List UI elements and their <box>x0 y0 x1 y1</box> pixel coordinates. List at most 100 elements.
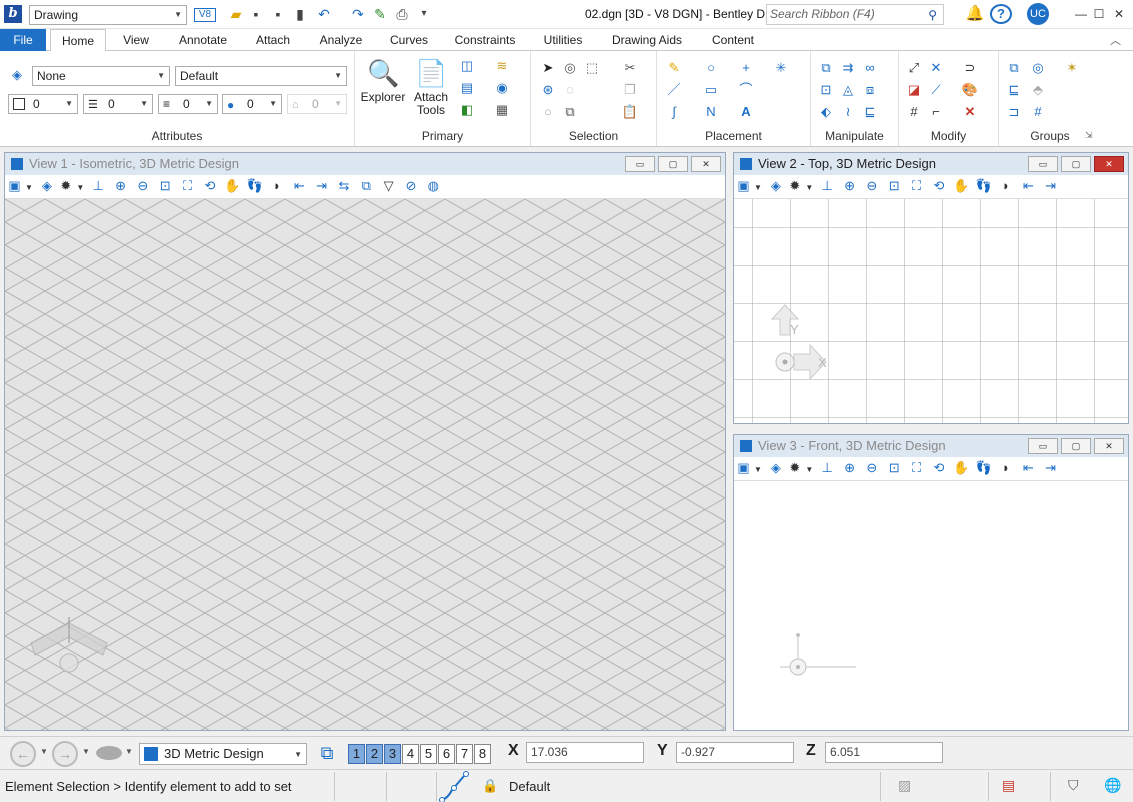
view-toggle-2[interactable]: 2 <box>366 744 383 764</box>
view-previous-icon[interactable]: ⇤ <box>1019 457 1038 479</box>
user-avatar[interactable]: UC <box>1027 3 1049 25</box>
view-minimize-icon[interactable]: ▭ <box>1028 156 1058 172</box>
copy-element-icon[interactable]: ⧉ <box>817 59 835 77</box>
group-select-icon[interactable]: ⧉ <box>561 103 579 121</box>
back-icon[interactable]: ← <box>10 741 36 767</box>
chevron-down-icon[interactable]: ▼ <box>125 747 133 756</box>
place-cell-icon[interactable]: ✳ <box>772 59 790 77</box>
level-display-icon[interactable]: ◈ <box>766 457 785 479</box>
delete-partial-icon[interactable]: ◪ <box>905 81 923 99</box>
display-styles-icon[interactable]: ◧ <box>458 101 476 119</box>
named-group-icon[interactable]: ✶ <box>1063 59 1081 77</box>
delete-icon[interactable]: ✕ <box>961 103 979 121</box>
chevron-down-icon[interactable]: ▼ <box>82 747 90 756</box>
view-close-icon[interactable]: ✕ <box>691 156 721 172</box>
view-next-icon[interactable]: ⇥ <box>1041 457 1060 479</box>
view-1-canvas[interactable] <box>5 199 725 730</box>
view-toggle-3[interactable]: 3 <box>384 744 401 764</box>
view-previous-icon[interactable]: ⇤ <box>1019 175 1038 197</box>
view-close-icon[interactable]: ✕ <box>1094 156 1124 172</box>
tab-analyze[interactable]: Analyze <box>310 29 372 51</box>
references-icon[interactable]: ▤ <box>458 79 476 97</box>
attach-tools-button[interactable]: 📄 Attach Tools <box>409 57 453 117</box>
view-close-icon[interactable]: ✕ <box>1094 438 1124 454</box>
view-next-icon[interactable]: ⇥ <box>1041 175 1060 197</box>
views-manager-icon[interactable]: ⧉ <box>314 742 340 764</box>
walk-icon[interactable]: 👣 <box>245 175 264 197</box>
fly-icon[interactable]: ◗ <box>996 175 1015 197</box>
break-icon[interactable]: # <box>905 103 923 121</box>
zoom-in-icon[interactable]: ⊕ <box>840 175 859 197</box>
line-weight-combo[interactable]: ≡ 0 ▼ <box>158 94 218 114</box>
zoom-out-icon[interactable]: ⊖ <box>862 457 881 479</box>
tab-home[interactable]: Home <box>50 29 106 52</box>
level-combo[interactable]: None ▼ <box>32 66 170 86</box>
view-minimize-icon[interactable]: ▭ <box>1028 438 1058 454</box>
tab-curves[interactable]: Curves <box>382 29 436 51</box>
tab-annotate[interactable]: Annotate <box>170 29 236 51</box>
clip-mask-icon[interactable]: ⊘ <box>402 175 421 197</box>
fence-icon[interactable]: ⊛ <box>539 81 557 99</box>
shield-icon[interactable]: ⛉ <box>1068 777 1079 794</box>
display-style-icon[interactable]: ✹ <box>56 175 75 197</box>
selection-box-icon[interactable]: ⬚ <box>583 59 601 77</box>
pan-view-icon[interactable]: ✋ <box>223 175 242 197</box>
graphic-group-icon[interactable]: ⊑ <box>1005 81 1023 99</box>
line-style-combo[interactable]: ☰ 0 ▼ <box>83 94 153 114</box>
window-area-icon[interactable]: ⊡ <box>885 457 904 479</box>
tab-utilities[interactable]: Utilities <box>534 29 592 51</box>
print-icon[interactable]: ⎙ <box>394 6 410 22</box>
clear-clip-icon[interactable]: ◍ <box>424 175 443 197</box>
fit-view-icon[interactable]: ⛶ <box>178 175 197 197</box>
level-display-icon[interactable]: ◈ <box>766 175 785 197</box>
update-view-icon[interactable]: ⊥ <box>818 175 837 197</box>
view-1-titlebar[interactable]: View 1 - Isometric, 3D Metric Design ▭ ▢… <box>5 153 725 175</box>
view-toggle-5[interactable]: 5 <box>420 744 437 764</box>
window-area-icon[interactable]: ⊡ <box>156 175 175 197</box>
customize-dropdown-icon[interactable]: ▾ <box>416 6 432 22</box>
paste-icon[interactable]: 📋 <box>621 103 639 121</box>
walk-icon[interactable]: 👣 <box>974 457 993 479</box>
y-coord-input[interactable]: -0.927 <box>676 742 794 763</box>
change-attributes-icon[interactable]: 🎨 <box>961 81 979 99</box>
model-disc-icon[interactable] <box>96 746 122 760</box>
view-3-window[interactable]: View 3 - Front, 3D Metric Design ▭ ▢ ✕ ▣… <box>733 434 1129 731</box>
lock-group-icon[interactable]: ⬘ <box>1029 81 1047 99</box>
scale-icon[interactable]: ⊡ <box>817 81 835 99</box>
maximize-icon[interactable]: ☐ <box>1090 5 1108 23</box>
extend-icon[interactable]: ⟋ <box>927 81 945 99</box>
update-view-icon[interactable]: ⊥ <box>818 457 837 479</box>
z-coord-input[interactable]: 6.051 <box>825 742 943 763</box>
zoom-in-icon[interactable]: ⊕ <box>111 175 130 197</box>
view-toggle-1[interactable]: 1 <box>348 744 365 764</box>
view-toggle-8[interactable]: 8 <box>474 744 491 764</box>
view-restore-icon[interactable]: ▢ <box>1061 438 1091 454</box>
ribbon-search-input[interactable]: Search Ribbon (F4) ⚲ <box>766 4 944 25</box>
rotate-view-icon[interactable]: ⟲ <box>929 175 948 197</box>
collapse-ribbon-icon[interactable]: ︿ <box>1110 32 1121 48</box>
rotate-view-icon[interactable]: ⟲ <box>929 457 948 479</box>
levels-icon[interactable]: ≋ <box>493 57 511 75</box>
move-icon[interactable]: ⇉ <box>839 59 857 77</box>
tab-view[interactable]: View <box>112 29 160 51</box>
design-changes-icon[interactable]: ▤ <box>1002 777 1015 794</box>
save-icon[interactable]: ▪ <box>248 6 264 22</box>
view-toggle-4[interactable]: 4 <box>402 744 419 764</box>
chevron-down-icon[interactable]: ▼ <box>75 177 85 198</box>
group-icon[interactable]: ⧉ <box>1005 59 1023 77</box>
fillet-icon[interactable]: ⊃ <box>961 59 979 77</box>
properties-icon[interactable]: ▦ <box>493 101 511 119</box>
fly-icon[interactable]: ◗ <box>996 457 1015 479</box>
cut-icon[interactable]: ✂ <box>621 59 639 77</box>
raster-icon[interactable]: ◉ <box>493 79 511 97</box>
place-arc-icon[interactable]: ⌒ <box>737 81 755 99</box>
place-block-icon[interactable]: ▭ <box>702 81 720 99</box>
v8-icon[interactable]: V8 <box>194 8 216 22</box>
lasso-icon[interactable]: ○ <box>539 103 557 121</box>
view-restore-icon[interactable]: ▢ <box>658 156 688 172</box>
dialog-launcher-icon[interactable]: ⇲ <box>1085 130 1093 141</box>
view-1-window[interactable]: View 1 - Isometric, 3D Metric Design ▭ ▢… <box>4 152 726 731</box>
color-combo[interactable]: 0 ▼ <box>8 94 78 114</box>
tab-content[interactable]: Content <box>702 29 764 51</box>
clip-volume-icon[interactable]: ⇆ <box>334 175 353 197</box>
